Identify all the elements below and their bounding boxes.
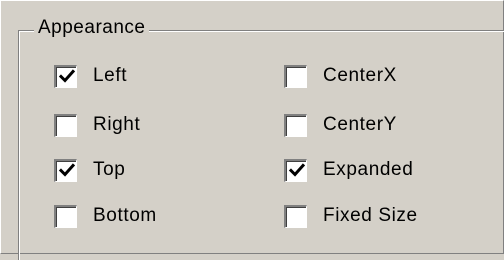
checkbox-box[interactable] — [54, 113, 77, 137]
checkbox-bottom-label: Bottom — [93, 205, 157, 226]
checkbox-centery[interactable]: CenterY — [284, 111, 397, 139]
checkbox-centerx-label: CenterX — [323, 65, 397, 86]
checkbox-fixed-size[interactable]: Fixed Size — [284, 202, 418, 230]
checkbox-top[interactable]: Top — [54, 156, 125, 184]
checkbox-fixed-size-label: Fixed Size — [323, 205, 418, 226]
checkmark-icon — [58, 68, 76, 83]
checkmark-icon — [288, 162, 306, 177]
checkbox-right[interactable]: Right — [54, 111, 140, 139]
checkmark-icon — [58, 162, 76, 177]
checkbox-left-label: Left — [93, 65, 128, 86]
checkbox-right-label: Right — [93, 114, 141, 135]
checkbox-expanded[interactable]: Expanded — [284, 156, 413, 184]
checkbox-box[interactable] — [54, 158, 77, 182]
checkbox-expanded-label: Expanded — [323, 159, 414, 180]
checkbox-box[interactable] — [54, 204, 77, 228]
checkbox-centerx[interactable]: CenterX — [284, 62, 397, 90]
checkbox-box[interactable] — [284, 158, 307, 182]
checkbox-box[interactable] — [54, 64, 77, 88]
checkbox-box[interactable] — [284, 113, 307, 137]
checkbox-centery-label: CenterY — [323, 114, 397, 135]
checkbox-bottom[interactable]: Bottom — [54, 202, 157, 230]
checkbox-box[interactable] — [284, 204, 307, 228]
checkbox-top-label: Top — [93, 159, 126, 180]
checkbox-left[interactable]: Left — [54, 62, 127, 90]
groupbox-title: Appearance — [34, 16, 150, 40]
checkbox-box[interactable] — [284, 64, 307, 88]
